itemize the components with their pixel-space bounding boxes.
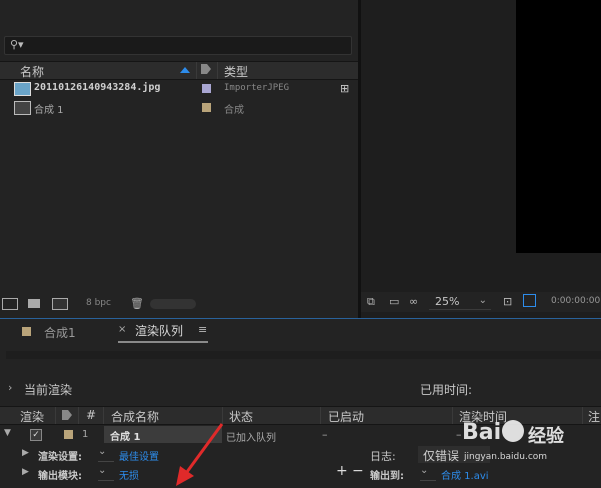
project-item-row[interactable]: 20110126140943284.jpg ImporterJPEG ⊞ xyxy=(0,80,358,98)
expand-triangle-icon[interactable]: ▶ xyxy=(22,448,29,458)
item-started: – xyxy=(322,428,328,441)
item-name: 20110126140943284.jpg xyxy=(34,82,161,93)
item-number: 1 xyxy=(82,429,89,440)
column-render-header[interactable]: 渲染 xyxy=(20,408,44,425)
paw-logo-icon xyxy=(502,420,524,442)
watermark-brand: Bai xyxy=(462,420,502,445)
item-name: 合成 1 xyxy=(34,105,64,116)
mask-visibility-icon[interactable]: ∞ xyxy=(409,295,418,308)
label-swatch[interactable] xyxy=(202,84,211,93)
elapsed-time-label: 已用时间: xyxy=(420,383,473,397)
label-tag-icon[interactable] xyxy=(62,410,72,420)
item-render-time: – xyxy=(456,428,462,441)
item-type: 合成 xyxy=(224,105,244,116)
output-to-label: 输出到: xyxy=(370,471,404,482)
expand-triangle-icon[interactable]: ▶ xyxy=(22,467,29,477)
project-list-header: 名称 类型 xyxy=(0,61,358,80)
composition-canvas[interactable] xyxy=(516,0,601,253)
output-module-label: 输出模块: xyxy=(38,471,82,482)
panel-menu-icon[interactable]: ≡ xyxy=(198,323,207,336)
zoom-value: 25% xyxy=(435,295,460,308)
column-started-header[interactable]: 已启动 xyxy=(328,408,364,425)
fit-frame-icon[interactable]: ⊡ xyxy=(503,295,512,308)
output-to-dropdown[interactable]: ⌄ xyxy=(420,465,436,481)
new-folder-icon[interactable] xyxy=(28,299,40,308)
render-progress-bar xyxy=(6,351,601,359)
label-swatch[interactable] xyxy=(202,103,211,112)
horizontal-scrollbar[interactable] xyxy=(150,299,196,309)
remove-output-module-button[interactable]: − xyxy=(352,463,364,479)
label-swatch xyxy=(22,327,31,336)
render-settings-value[interactable]: 最佳设置 xyxy=(119,448,159,463)
tab-label: 合成1 xyxy=(44,326,76,340)
render-settings-dropdown[interactable]: ⌄ xyxy=(98,446,114,462)
project-panel: ⚲▾ 名称 类型 20110126140943284.jpg ImporterJ… xyxy=(0,0,358,318)
flowchart-icon[interactable]: ⊞ xyxy=(340,82,349,95)
column-number-header[interactable]: # xyxy=(86,408,96,422)
render-checkbox[interactable]: ✓ xyxy=(30,429,42,441)
watermark-brand2: 经验 xyxy=(528,426,564,447)
monitor-icon[interactable]: ▭ xyxy=(389,295,399,308)
project-toolbar: 8 bpc 🗑 xyxy=(0,296,358,312)
expand-triangle-icon[interactable]: ▼ xyxy=(4,428,11,438)
viewer-toolbar: ⧉ ▭ ∞ 25% ⌄ ⊡ 0:00:00:00 xyxy=(361,292,601,312)
comp-name: 合成 1 xyxy=(110,432,141,443)
viewer-panel: ⧉ ▭ ∞ 25% ⌄ ⊡ 0:00:00:00 xyxy=(361,0,601,318)
project-item-row[interactable]: 合成 1 合成 xyxy=(0,99,358,117)
add-output-module-button[interactable]: + xyxy=(336,463,348,479)
new-composition-icon[interactable] xyxy=(52,298,68,310)
item-status: 已加入队列 xyxy=(226,433,276,444)
region-of-interest-icon[interactable] xyxy=(523,294,536,307)
column-name-header[interactable]: 名称 xyxy=(20,63,44,80)
tab-render-queue[interactable]: × 渲染队列 ≡ xyxy=(118,321,208,343)
composition-icon xyxy=(14,101,31,115)
interpret-footage-icon[interactable] xyxy=(2,298,18,310)
search-input[interactable] xyxy=(31,37,351,54)
sort-ascending-icon[interactable] xyxy=(180,67,190,73)
annotation-arrow-icon xyxy=(176,423,224,486)
output-module-dropdown[interactable]: ⌄ xyxy=(98,465,114,481)
item-type: ImporterJPEG xyxy=(224,83,290,93)
column-status-header[interactable]: 状态 xyxy=(229,408,253,425)
log-value: 仅错误 xyxy=(423,449,460,463)
always-preview-icon[interactable]: ⧉ xyxy=(367,295,375,309)
label-swatch[interactable] xyxy=(64,430,73,439)
chevron-down-icon: ⌄ xyxy=(478,295,487,306)
bottom-tab-bar: 合成1 × 渲染队列 ≡ xyxy=(0,319,601,343)
tab-label: 渲染队列 xyxy=(135,324,184,338)
trash-icon[interactable]: 🗑 xyxy=(130,297,144,310)
column-comp-name-header[interactable]: 合成名称 xyxy=(111,408,159,425)
column-type-header[interactable]: 类型 xyxy=(224,63,248,80)
render-settings-label: 渲染设置: xyxy=(38,452,82,463)
search-bar[interactable]: ⚲▾ xyxy=(4,36,352,55)
close-icon[interactable]: × xyxy=(118,324,126,335)
watermark-url: jingyan.baidu.com xyxy=(464,452,548,462)
watermark: Bai 经验 jingyan.baidu.com xyxy=(462,418,601,484)
timecode[interactable]: 0:00:00:00 xyxy=(551,296,600,306)
bpc-button[interactable]: 8 bpc xyxy=(86,298,111,308)
image-file-icon xyxy=(14,82,31,96)
log-label: 日志: xyxy=(370,450,396,463)
chevron-right-icon[interactable]: › xyxy=(8,381,12,394)
search-icon: ⚲▾ xyxy=(10,38,24,51)
zoom-dropdown[interactable]: 25% ⌄ xyxy=(429,294,491,310)
label-tag-icon[interactable] xyxy=(201,64,211,74)
current-render-label: 当前渲染 xyxy=(24,383,73,397)
current-render-row[interactable]: › 当前渲染 已用时间: xyxy=(0,380,601,398)
output-module-value[interactable]: 无损 xyxy=(119,467,139,482)
